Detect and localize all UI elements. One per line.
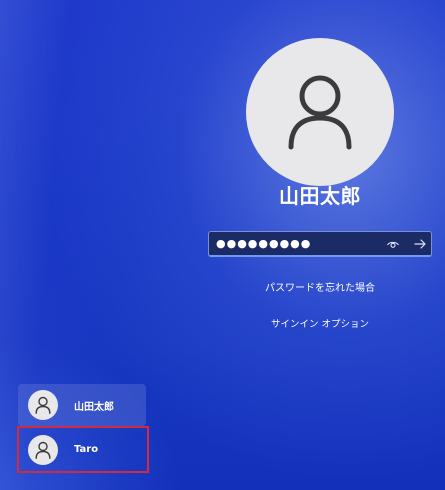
user-avatar-small [28, 390, 58, 420]
arrow-right-icon[interactable] [412, 236, 428, 252]
password-field[interactable]: ●●●●●●●●● [208, 231, 432, 257]
forgot-password-link[interactable]: パスワードを忘れた場合 [230, 279, 410, 294]
user-switch-label: Taro [74, 444, 99, 455]
password-value: ●●●●●●●●● [216, 237, 312, 250]
user-avatar-large [246, 38, 394, 186]
person-icon [288, 75, 352, 150]
person-icon [35, 441, 51, 459]
user-switch-item-yamada[interactable]: 山田太郎 [18, 384, 146, 426]
eye-icon[interactable] [386, 237, 400, 251]
user-switch-item-taro[interactable]: Taro [17, 426, 149, 473]
user-switch-label: 山田太郎 [74, 401, 114, 413]
signin-options-link[interactable]: サインイン オプション [230, 316, 410, 330]
user-avatar-small [28, 434, 58, 465]
current-username: 山田太郎 [279, 184, 361, 208]
person-icon [35, 396, 51, 414]
